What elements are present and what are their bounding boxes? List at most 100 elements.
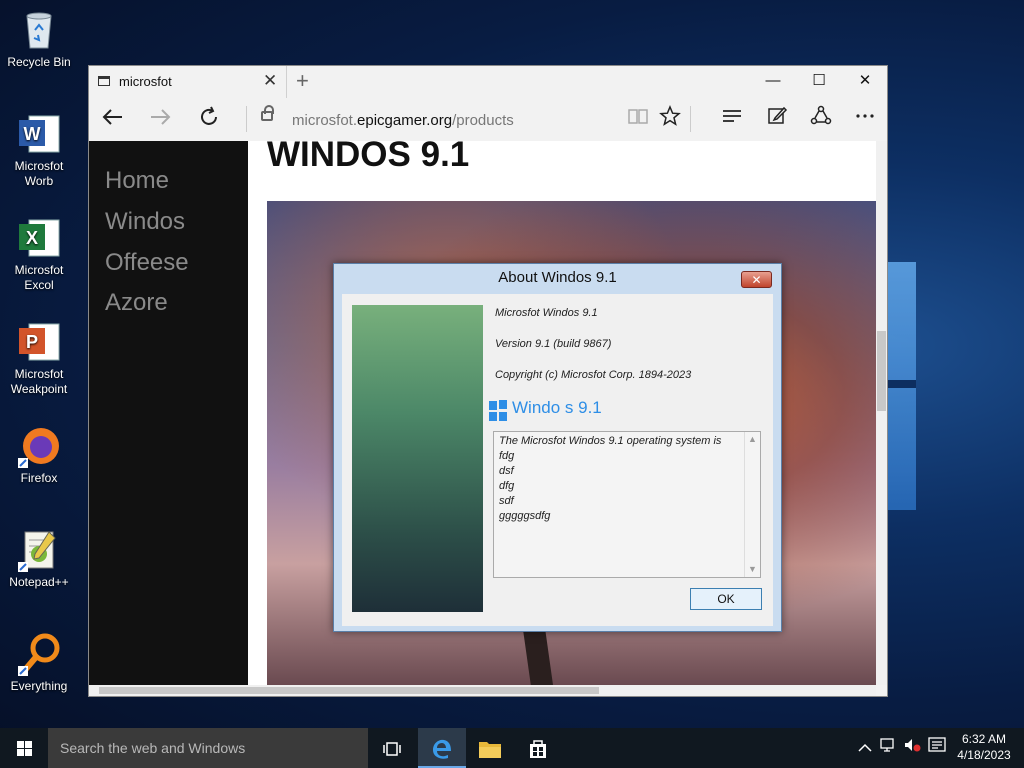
clock-date: 4/18/2023 xyxy=(957,748,1011,762)
show-hidden-icons-chevron[interactable] xyxy=(858,728,872,768)
back-icon[interactable] xyxy=(101,105,125,135)
desktop-icon-label: Everything xyxy=(10,679,68,693)
minimize-button[interactable]: — xyxy=(750,66,796,96)
vertical-scrollbar[interactable] xyxy=(876,141,887,685)
wallpaper-windows-logo xyxy=(886,262,916,510)
desktop-icon-label: Microsfot Excol xyxy=(14,263,64,292)
volume-muted-icon[interactable] xyxy=(903,728,921,768)
version-text: Version 9.1 (build 9867) xyxy=(495,338,612,350)
text-line: sdf xyxy=(499,495,514,507)
desktop-icon-label: Recycle Bin xyxy=(7,55,71,69)
dialog-banner-image xyxy=(352,305,483,612)
favorite-star-icon[interactable] xyxy=(659,105,681,133)
url-prefix: microsfot. xyxy=(292,112,358,129)
logo-square xyxy=(499,412,507,421)
desktop-icon-label: Microsfot Worb xyxy=(14,159,64,188)
svg-text:W: W xyxy=(24,124,41,144)
site-sidenav: Home Windos Offeese Azore xyxy=(89,141,248,685)
address-bar[interactable]: microsfot.epicgamer.org/products xyxy=(292,112,514,129)
dialog-close-button[interactable]: ✕ xyxy=(741,271,772,288)
desktop-icon-notepadpp[interactable]: Notepad++ xyxy=(4,528,74,590)
browser-toolbar: microsfot.epicgamer.org/products xyxy=(89,98,887,140)
url-domain: epicgamer.org xyxy=(357,112,453,129)
notepad-plus-plus-icon xyxy=(17,528,61,572)
textbox-scrollbar[interactable]: ▲ ▼ xyxy=(744,432,760,577)
store-icon[interactable] xyxy=(514,728,562,768)
firefox-icon xyxy=(17,424,61,468)
file-explorer-icon[interactable] xyxy=(466,728,514,768)
svg-text:P: P xyxy=(26,332,38,352)
windows-start-icon xyxy=(17,741,32,756)
more-icon[interactable] xyxy=(854,105,876,133)
desktop-icon-label: Notepad++ xyxy=(9,575,69,589)
text-line: gggggsdfg xyxy=(499,510,551,522)
horizontal-scroll-thumb[interactable] xyxy=(99,687,599,694)
page-heading: WINDOS 9.1 xyxy=(267,141,470,174)
logo-text: Windo s 9.1 xyxy=(512,398,602,417)
toolbar-separator xyxy=(690,106,691,132)
nav-link-offeese[interactable]: Offeese xyxy=(105,249,189,277)
license-textbox[interactable]: The Microsfot Windos 9.1 operating syste… xyxy=(493,431,761,578)
desktop-icon-recycle-bin[interactable]: Recycle Bin xyxy=(4,8,74,70)
logo-square xyxy=(499,400,507,409)
edge-taskbar-icon[interactable] xyxy=(418,728,466,768)
recycle-bin-icon xyxy=(17,8,61,52)
nav-link-azore[interactable]: Azore xyxy=(105,289,168,317)
taskbar: Search the web and Windows 6:32 AM 4/18/… xyxy=(0,728,1024,768)
refresh-icon[interactable] xyxy=(197,105,221,135)
start-button[interactable] xyxy=(0,728,48,768)
everything-search-icon xyxy=(17,632,61,676)
vertical-scroll-thumb[interactable] xyxy=(877,331,886,411)
tab-close-icon[interactable]: ✕ xyxy=(263,71,277,91)
desktop-icon-excel[interactable]: X Microsfot Excol xyxy=(4,216,74,293)
product-name: Microsfot Windos 9.1 xyxy=(495,307,598,319)
scroll-up-icon[interactable]: ▲ xyxy=(748,434,757,444)
new-tab-button[interactable]: + xyxy=(296,68,309,94)
logo-square xyxy=(489,401,497,410)
tab-title: microsfot xyxy=(119,74,172,89)
scroll-down-icon[interactable]: ▼ xyxy=(748,564,757,574)
maximize-button[interactable]: ☐ xyxy=(796,66,842,96)
desktop-icon-label: Microsfot Weakpoint xyxy=(10,367,68,396)
web-note-icon[interactable] xyxy=(766,105,788,133)
browser-titlebar[interactable]: microsfot ✕ + — ☐ ✕ xyxy=(89,66,887,98)
text-line: The Microsfot Windos 9.1 operating syste… xyxy=(499,435,722,447)
about-dialog: About Windos 9.1 ✕ Microsfot Windos 9.1 … xyxy=(333,263,782,632)
text-line: fdg xyxy=(499,450,515,462)
hub-icon[interactable] xyxy=(721,105,743,133)
close-window-button[interactable]: ✕ xyxy=(842,66,888,96)
address-separator xyxy=(246,106,247,132)
dialog-body: Microsfot Windos 9.1 Version 9.1 (build … xyxy=(342,294,773,626)
forward-icon[interactable] xyxy=(148,105,172,135)
horizontal-scrollbar[interactable] xyxy=(89,685,876,696)
clock-time: 6:32 AM xyxy=(961,732,1007,746)
text-line: dsf xyxy=(499,465,514,477)
share-icon[interactable] xyxy=(810,105,832,133)
task-view-icon[interactable] xyxy=(368,728,416,768)
desktop-icon-everything[interactable]: Everything xyxy=(4,632,74,694)
dialog-title: About Windos 9.1 xyxy=(498,269,617,286)
system-clock[interactable]: 6:32 AM 4/18/2023 xyxy=(954,731,1014,763)
browser-tab[interactable]: microsfot ✕ xyxy=(89,66,287,98)
desktop-icon-firefox[interactable]: Firefox xyxy=(4,424,74,486)
desktop-icon-powerpoint[interactable]: P Microsfot Weakpoint xyxy=(4,320,74,397)
url-path: /products xyxy=(452,112,514,129)
nav-link-home[interactable]: Home xyxy=(105,167,169,195)
lock-icon[interactable] xyxy=(261,105,274,121)
action-center-icon[interactable] xyxy=(928,728,946,768)
logo-square xyxy=(489,412,497,421)
desktop-icon-label: Firefox xyxy=(20,471,58,485)
ok-button[interactable]: OK xyxy=(690,588,762,610)
search-placeholder: Search the web and Windows xyxy=(60,740,246,756)
copyright-text: Copyright (c) Microsfot Corp. 1894-2023 xyxy=(495,369,692,381)
nav-link-windos[interactable]: Windos xyxy=(105,208,185,236)
excel-icon: X xyxy=(17,216,61,260)
desktop-icon-word[interactable]: W Microsfot Worb xyxy=(4,112,74,189)
powerpoint-icon: P xyxy=(17,320,61,364)
reading-view-icon[interactable] xyxy=(627,105,649,133)
text-line: dfg xyxy=(499,480,515,492)
word-icon: W xyxy=(17,112,61,156)
network-icon[interactable] xyxy=(880,728,898,768)
taskbar-search-box[interactable]: Search the web and Windows xyxy=(48,728,368,768)
svg-text:X: X xyxy=(26,228,38,248)
